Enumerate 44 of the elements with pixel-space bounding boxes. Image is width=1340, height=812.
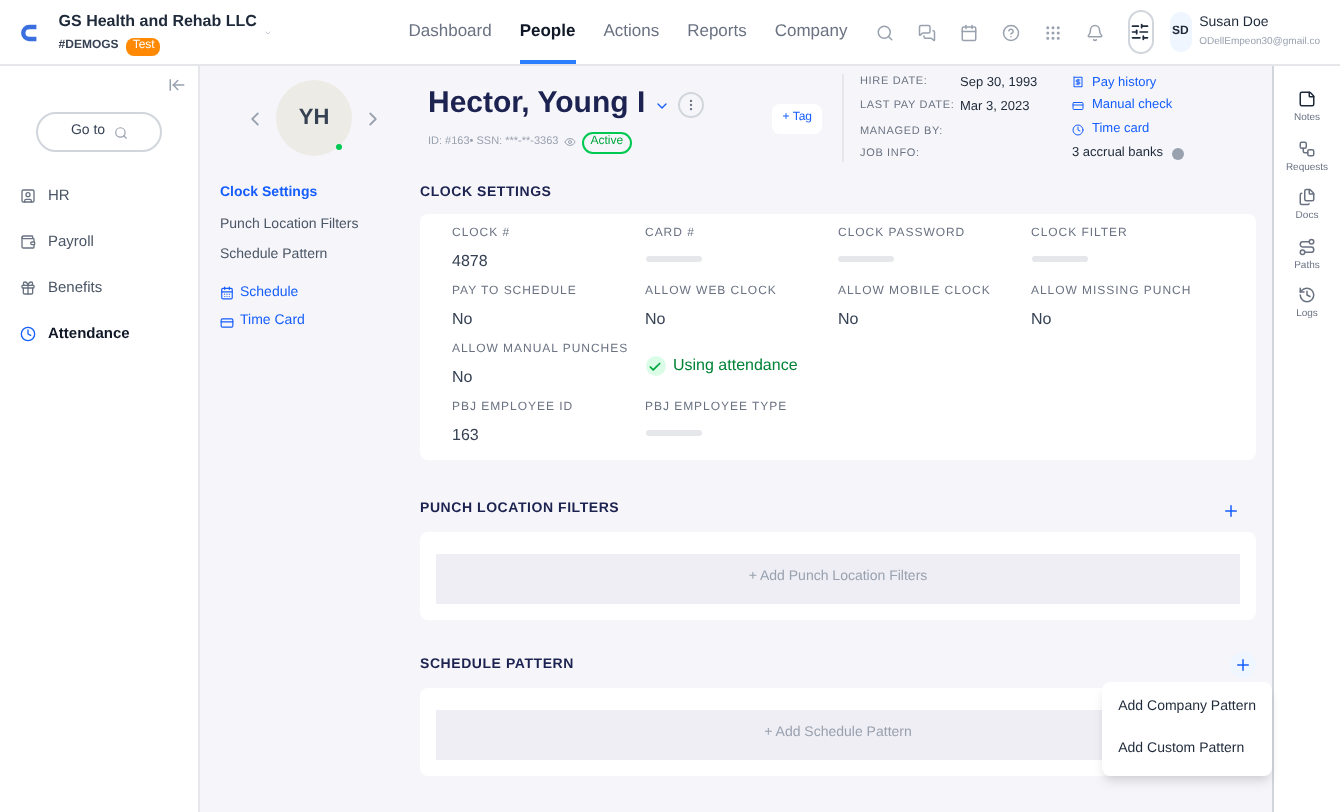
status-text: Using attendance [673,354,798,378]
nav-tab[interactable]: Reports [687,0,747,64]
nav-tab[interactable]: Actions [603,0,660,64]
history-icon [1298,286,1316,304]
chat-icon[interactable] [917,23,936,41]
nav-tab[interactable]: Dashboard [408,0,492,64]
workflow-icon [1298,139,1316,157]
field-value: No [1031,308,1054,332]
grid-icon[interactable] [1043,23,1062,41]
check-icon [645,356,665,376]
field-value: 4878 [452,250,490,274]
field-value: No [452,366,475,390]
route-icon [1297,237,1316,255]
card-icon [220,315,234,330]
eye-icon[interactable] [564,136,577,149]
add-icon[interactable] [1222,501,1240,519]
card-icon [1072,100,1084,113]
field-value: No [645,308,668,332]
clock-icon [20,326,36,342]
calendar-icon[interactable] [959,23,978,41]
bell-icon[interactable] [1085,23,1104,41]
search-icon[interactable] [875,23,894,41]
nav-tab[interactable]: Company [774,0,848,64]
gift-icon [20,280,36,296]
documents-icon [1298,188,1316,206]
employee-name: Hector, Young I [428,84,646,125]
field-value: No [838,308,861,332]
person-card-icon [20,188,36,204]
sliders-icon [1130,22,1151,42]
search-icon [113,125,128,139]
field-value: 163 [452,424,481,448]
employee-avatar: YH [276,80,352,156]
help-icon[interactable] [1001,23,1020,41]
wallet-icon [20,234,36,250]
field-value: No [452,308,475,332]
receipt-icon [1072,76,1084,89]
calendar-icon [220,286,234,301]
note-icon [1298,90,1316,108]
clock-icon [1072,123,1084,136]
filter-button[interactable] [1127,10,1154,54]
company-name: GS Health and Rehab LLC [58,9,257,33]
plus-icon [1234,656,1252,675]
add-button[interactable] [1230,652,1256,679]
collapse-icon[interactable] [168,76,186,94]
